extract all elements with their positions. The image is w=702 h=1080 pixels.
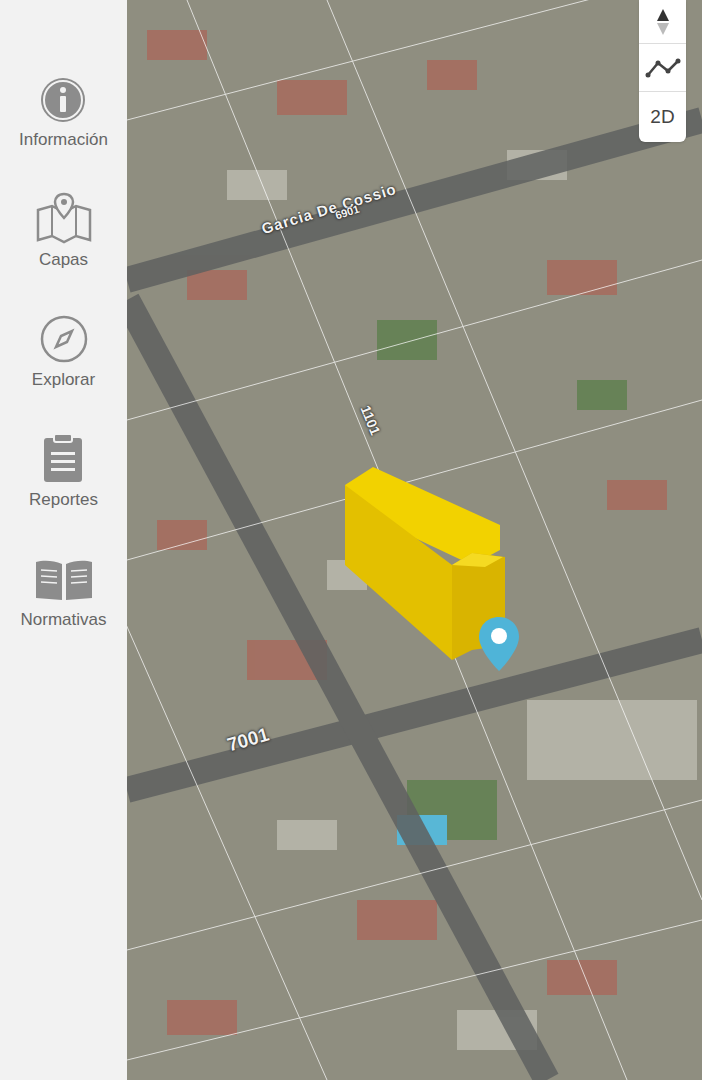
sidebar: Información Capas Explorar Reportes Normativ… bbox=[0, 0, 127, 1080]
map-icon bbox=[34, 190, 94, 244]
sidebar-label: Explorar bbox=[32, 370, 95, 390]
sidebar-item[interactable]: Reportes bbox=[29, 430, 98, 510]
sidebar-item[interactable]: Explorar bbox=[32, 310, 95, 390]
sidebar-label: Reportes bbox=[29, 490, 98, 510]
sidebar-item[interactable]: Normativas bbox=[21, 550, 107, 630]
sidebar-item[interactable]: Información bbox=[19, 70, 108, 150]
map-controls: 2D bbox=[639, 0, 686, 142]
measure-line-icon[interactable] bbox=[639, 44, 686, 92]
sidebar-label: Normativas bbox=[21, 610, 107, 630]
view-toggle-button[interactable]: 2D bbox=[639, 92, 686, 142]
sidebar-label: Información bbox=[19, 130, 108, 150]
sidebar-item[interactable]: Capas bbox=[34, 190, 94, 270]
location-pin-icon[interactable] bbox=[477, 615, 521, 673]
compass-icon bbox=[39, 310, 89, 364]
book-icon bbox=[33, 550, 95, 604]
clipboard-icon bbox=[40, 430, 86, 484]
info-icon bbox=[39, 70, 87, 124]
sidebar-label: Capas bbox=[39, 250, 88, 270]
compass-north-icon[interactable] bbox=[639, 0, 686, 44]
map-view[interactable]: Garcia De Cossio690111017001 2D bbox=[127, 0, 702, 1080]
